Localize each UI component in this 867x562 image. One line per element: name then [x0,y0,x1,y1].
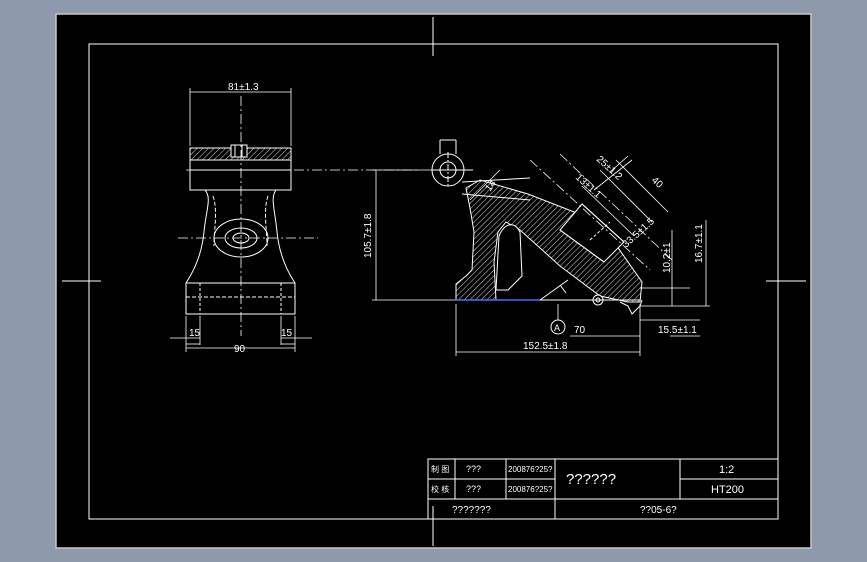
title-name2: ??? [466,484,481,494]
title-drawing-no: ??05-6? [640,505,677,516]
dim-10: 10.2±1 [662,242,673,273]
title-name1: ??? [466,464,481,474]
title-scale: 1:2 [719,464,734,476]
dim-70: 70 [574,325,586,336]
dim-height: 105.7±1.8 [363,213,374,258]
title-row2-label: 校 核 [431,484,449,494]
dim-left-foot: 15 [189,328,201,339]
dim-15-5: 15.5±1.1 [658,325,697,336]
title-material: HT200 [711,484,744,496]
datum-callout: A [550,319,566,335]
datum-label: A [554,323,560,333]
title-date2: 200876?25? [508,485,553,494]
dim-16: 16.7±1.1 [694,224,705,263]
title-row1-label: 制 图 [431,464,449,474]
title-part-name: ?????? [566,471,616,488]
title-school: ??????? [452,505,491,516]
title-date1: 200876?25? [508,465,553,474]
cad-drawing-canvas[interactable]: 81±1.3 15 90 15 A 105.7±1.8 14 25±1.2 13… [0,0,867,562]
dim-top-width: 81±1.3 [228,82,259,93]
dim-base-width: 90 [234,344,246,355]
dim-152: 152.5±1.8 [523,341,568,352]
dim-right-foot: 15 [281,328,293,339]
